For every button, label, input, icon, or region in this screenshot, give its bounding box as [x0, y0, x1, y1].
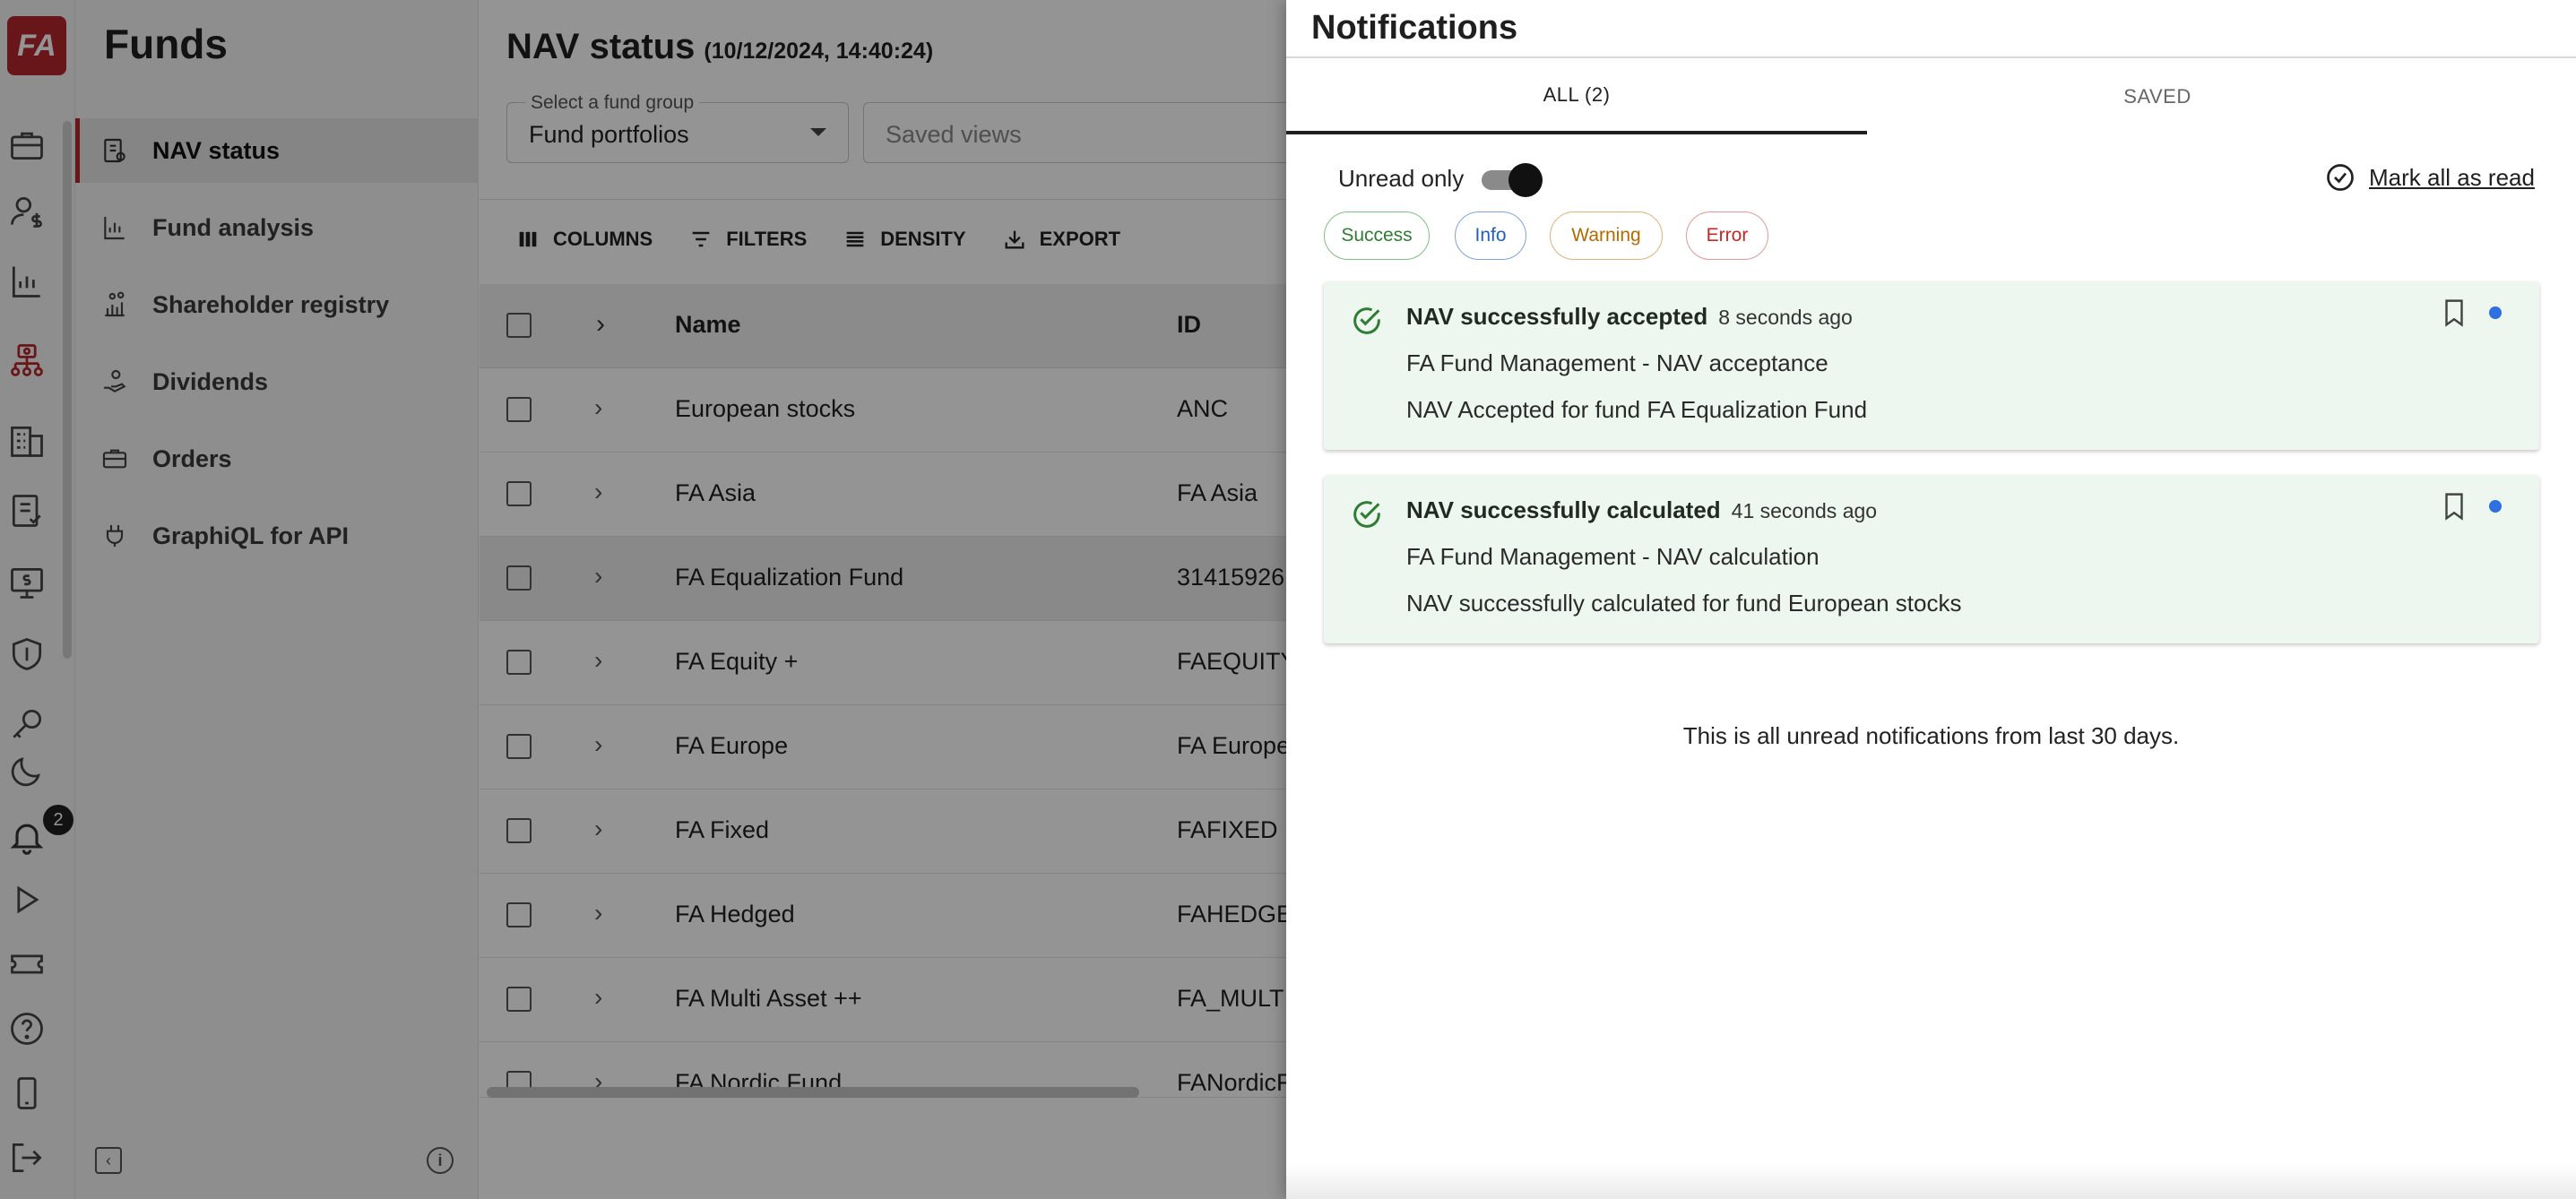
tab-saved[interactable]: SAVED [1867, 59, 2448, 134]
mark-all-read-button[interactable]: Mark all as read [2324, 161, 2535, 194]
panel-bottom-shade [1286, 1163, 2576, 1199]
notification-card[interactable]: NAV successfully calculated 41 seconds ag… [1324, 475, 2539, 643]
unread-dot [2489, 500, 2502, 513]
filter-chip-warning[interactable]: Warning [1550, 211, 1663, 260]
check-circle-icon [2327, 164, 2354, 191]
unread-only-label: Unread only [1338, 165, 1465, 192]
success-check-icon [1353, 307, 1380, 334]
notification-message: NAV successfully calculated for fund Eur… [1406, 590, 1962, 617]
bookmark-icon[interactable] [2441, 298, 2468, 328]
filter-chip-success[interactable]: Success [1324, 211, 1430, 260]
bookmark-icon[interactable] [2441, 491, 2468, 522]
notifications-title: Notifications [1311, 9, 1518, 47]
unread-only-toggle[interactable] [1482, 163, 1543, 197]
notifications-panel: Notifications ALL (2) SAVED Unread only … [1286, 0, 2576, 1199]
success-check-icon [1353, 501, 1380, 528]
unread-dot [2489, 306, 2502, 319]
notifications-footer: This is all unread notifications from la… [1682, 722, 2180, 749]
filter-chip-error[interactable]: Error [1686, 211, 1768, 260]
notification-card[interactable]: NAV successfully accepted 8 seconds ago F… [1324, 281, 2539, 450]
tab-all[interactable]: ALL (2) [1286, 59, 1867, 134]
divider [1286, 56, 2576, 58]
notification-title-text: NAV successfully calculated [1406, 496, 1721, 523]
notification-message: NAV Accepted for fund FA Equalization Fu… [1406, 396, 1868, 423]
mark-all-read-label: Mark all as read [2369, 163, 2535, 191]
notification-source: FA Fund Management - NAV acceptance [1406, 349, 1828, 376]
notification-time: 8 seconds ago [1718, 306, 1853, 329]
modal-backdrop[interactable] [0, 0, 1286, 1199]
notification-title: NAV successfully calculated 41 seconds ag… [1406, 496, 1877, 524]
notification-source: FA Fund Management - NAV calculation [1406, 543, 1820, 570]
toggle-thumb [1508, 163, 1543, 197]
notification-title: NAV successfully accepted 8 seconds ago [1406, 303, 1853, 331]
notification-time: 41 seconds ago [1731, 499, 1878, 522]
notification-title-text: NAV successfully accepted [1406, 303, 1708, 330]
filter-chip-info[interactable]: Info [1455, 211, 1526, 260]
